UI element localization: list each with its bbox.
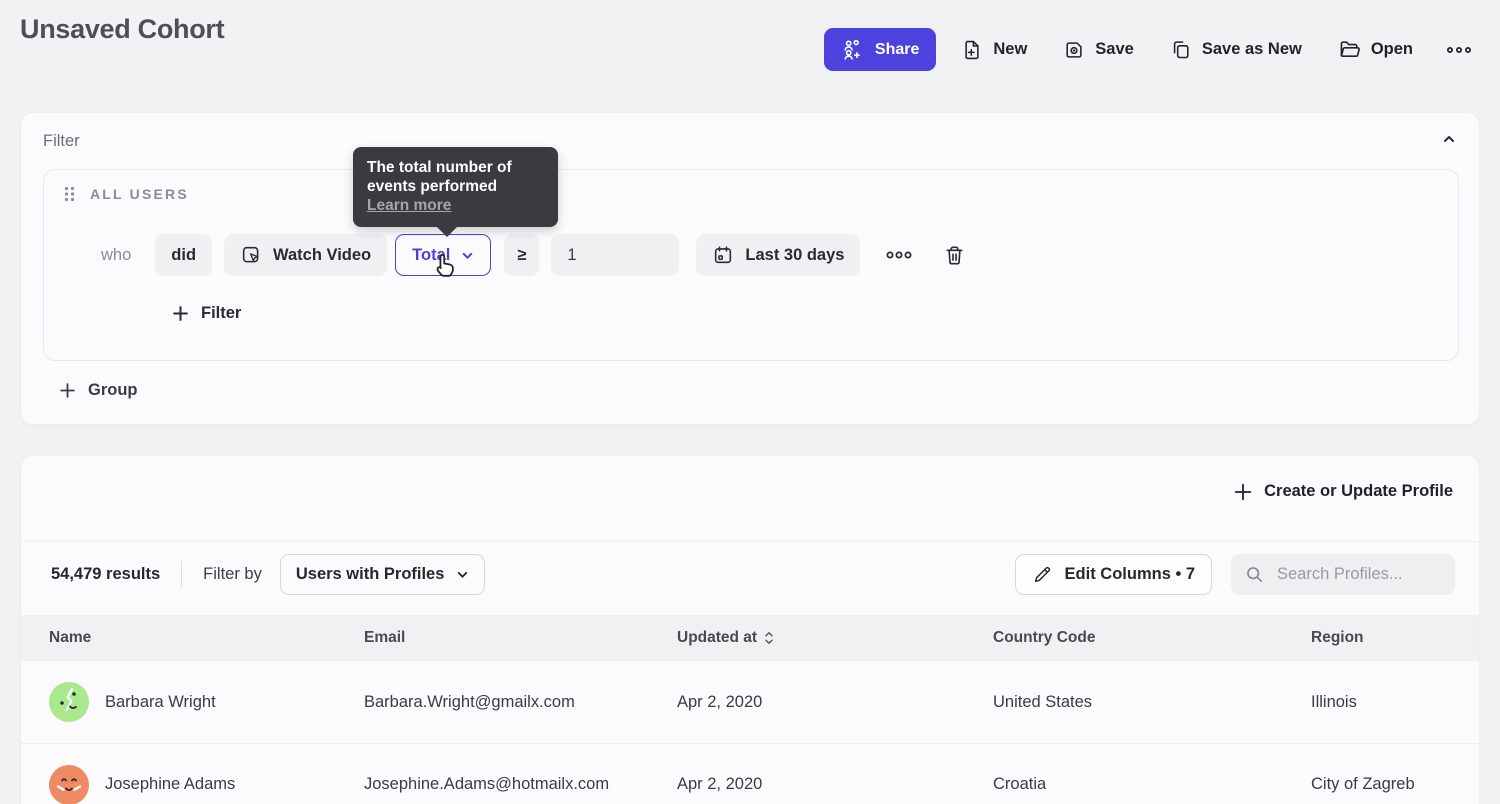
open-button-label: Open <box>1371 40 1413 59</box>
folder-open-icon <box>1338 38 1361 61</box>
column-header-name: Name <box>49 629 364 647</box>
edit-columns-button[interactable]: Edit Columns • 7 <box>1015 554 1212 595</box>
avatar <box>49 765 89 804</box>
date-range-label: Last 30 days <box>745 246 844 265</box>
save-as-new-button-label: Save as New <box>1202 40 1302 59</box>
add-group-label: Group <box>88 381 138 400</box>
ellipsis-icon <box>1446 45 1472 55</box>
calendar-icon <box>712 244 734 266</box>
save-button-label: Save <box>1095 40 1134 59</box>
event-cursor-icon <box>240 244 262 266</box>
search-profiles-input[interactable] <box>1277 565 1442 584</box>
aggregation-tooltip: The total number of events performed Lea… <box>353 147 558 227</box>
new-button-label: New <box>993 40 1027 59</box>
date-range-selector[interactable]: Last 30 days <box>696 234 860 276</box>
profile-email: Josephine.Adams@hotmailx.com <box>364 775 677 794</box>
operator-selector-label: ≥ <box>517 246 526 265</box>
results-toolbar: 54,479 results Filter by Users with Prof… <box>51 553 1455 595</box>
add-filter-label: Filter <box>201 304 241 323</box>
filter-condition-row: who did Watch Video Total <box>101 234 972 276</box>
profile-filter-value: Users with Profiles <box>296 565 445 584</box>
table-header-row: Name Email Updated at Country Code Regio… <box>21 615 1479 661</box>
avatar <box>49 682 89 722</box>
page-title: Unsaved Cohort <box>20 14 224 45</box>
add-group-button[interactable]: Group <box>59 381 138 400</box>
chevron-down-icon <box>461 249 474 262</box>
chevron-up-icon <box>1441 131 1457 147</box>
table-row[interactable]: Barbara Wright Barbara.Wright@gmailx.com… <box>21 661 1479 743</box>
row-more-options-button[interactable] <box>879 250 919 260</box>
hand-pointer-cursor-icon <box>430 250 459 280</box>
save-icon <box>1063 39 1085 61</box>
results-count: 54,479 results <box>51 565 160 584</box>
plus-icon <box>1234 483 1252 501</box>
share-button-label: Share <box>875 41 919 59</box>
profile-name: Barbara Wright <box>105 693 216 712</box>
create-or-update-profile-button[interactable]: Create or Update Profile <box>1234 482 1453 501</box>
save-button[interactable]: Save <box>1052 28 1145 71</box>
filter-by-label: Filter by <box>203 565 262 584</box>
profile-region: Illinois <box>1311 693 1479 712</box>
filter-group-header: ALL USERS <box>64 186 189 202</box>
edit-columns-label: Edit Columns • 7 <box>1065 565 1195 584</box>
event-selector[interactable]: Watch Video <box>224 234 387 276</box>
delete-condition-button[interactable] <box>937 244 972 267</box>
profile-filter-dropdown[interactable]: Users with Profiles <box>280 554 486 595</box>
profile-email: Barbara.Wright@gmailx.com <box>364 693 677 712</box>
open-button[interactable]: Open <box>1327 28 1424 71</box>
top-toolbar: Share New Save Save as <box>824 28 1480 71</box>
event-selector-label: Watch Video <box>273 246 371 265</box>
filter-group-box: ALL USERS who did Watch Video Total <box>43 169 1459 361</box>
filter-panel: Filter ALL USERS who did <box>20 112 1480 425</box>
table-row[interactable]: Josephine Adams Josephine.Adams@hotmailx… <box>21 743 1479 804</box>
profile-updated-at: Apr 2, 2020 <box>677 693 993 712</box>
new-button[interactable]: New <box>950 28 1038 71</box>
collapse-panel-button[interactable] <box>1441 131 1457 147</box>
name-cell: Josephine Adams <box>49 765 364 804</box>
profile-updated-at: Apr 2, 2020 <box>677 775 993 794</box>
add-filter-button[interactable]: Filter <box>172 304 241 323</box>
who-label: who <box>101 246 131 265</box>
name-cell: Barbara Wright <box>49 682 364 722</box>
operator-selector[interactable]: ≥ <box>504 234 539 276</box>
save-as-new-button[interactable]: Save as New <box>1159 28 1313 71</box>
tooltip-text: The total number of events performed <box>367 159 512 195</box>
search-icon <box>1244 564 1265 585</box>
copy-icon <box>1170 39 1192 61</box>
profile-country-code: United States <box>993 693 1311 712</box>
file-plus-icon <box>961 39 983 61</box>
column-header-region: Region <box>1311 629 1479 647</box>
sort-arrows-icon <box>764 631 774 645</box>
results-panel: Create or Update Profile 54,479 results … <box>20 455 1480 804</box>
group-name-label: ALL USERS <box>90 186 189 202</box>
plus-icon <box>172 305 189 322</box>
did-selector-label: did <box>171 246 196 265</box>
create-or-update-profile-label: Create or Update Profile <box>1264 482 1453 501</box>
profile-country-code: Croatia <box>993 775 1311 794</box>
divider <box>181 561 182 587</box>
column-header-updated-at[interactable]: Updated at <box>677 629 993 647</box>
profile-name: Josephine Adams <box>105 775 235 794</box>
column-header-country-code: Country Code <box>993 629 1311 647</box>
search-profiles-box <box>1231 554 1455 595</box>
share-people-icon <box>841 38 864 61</box>
pencil-icon <box>1032 564 1053 585</box>
value-input[interactable] <box>551 234 679 276</box>
results-toolbar-right: Edit Columns • 7 <box>1015 554 1455 595</box>
divider <box>21 541 1479 542</box>
plus-icon <box>59 382 76 399</box>
drag-handle-icon[interactable] <box>64 186 75 202</box>
share-button[interactable]: Share <box>824 28 936 71</box>
filter-panel-title: Filter <box>43 132 80 151</box>
did-selector[interactable]: did <box>155 234 212 276</box>
more-options-button[interactable] <box>1438 28 1480 71</box>
profile-region: City of Zagreb <box>1311 775 1479 794</box>
chevron-down-icon <box>456 568 469 581</box>
column-header-email: Email <box>364 629 677 647</box>
learn-more-link[interactable]: Learn more <box>367 197 451 214</box>
